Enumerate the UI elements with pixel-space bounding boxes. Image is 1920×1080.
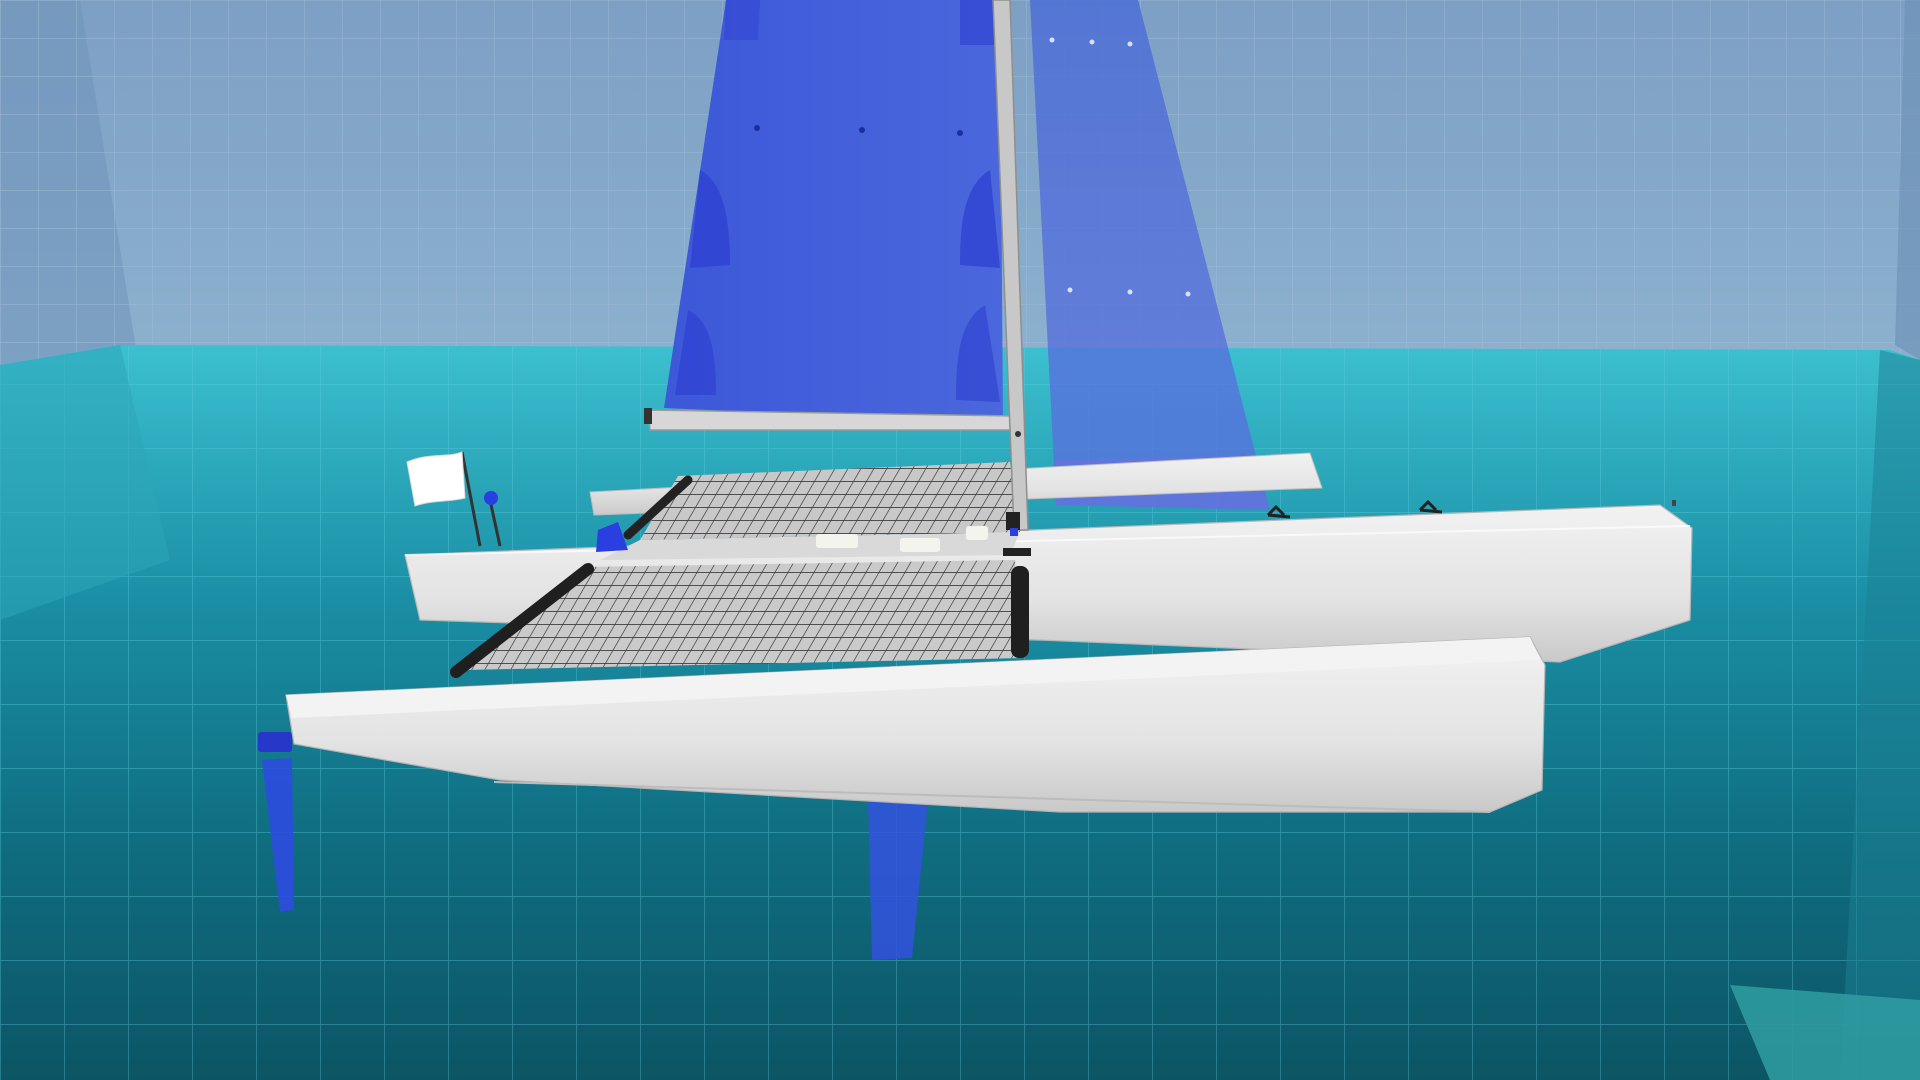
mast-beam-post [1011, 566, 1029, 658]
cockpit-hatch [966, 526, 988, 540]
cockpit-hatch [900, 538, 940, 552]
rudder-stock [258, 732, 292, 752]
cockpit-hatch [816, 534, 858, 548]
3d-viewport[interactable] [0, 0, 1920, 1080]
scene-canvas[interactable] [0, 0, 1920, 1080]
